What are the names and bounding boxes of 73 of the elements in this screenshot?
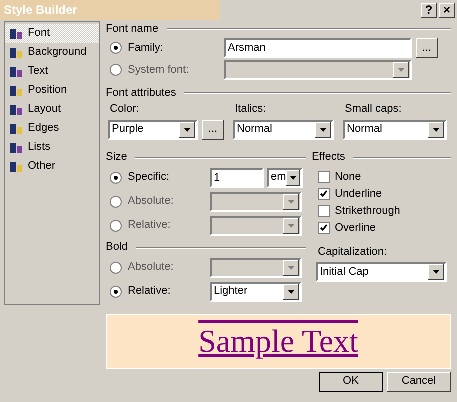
- sidebar-item[interactable]: Layout: [5, 100, 99, 119]
- dropdown[interactable]: [210, 258, 302, 278]
- cancel-button[interactable]: Cancel: [387, 372, 451, 392]
- sidebar-item[interactable]: Other: [5, 157, 99, 176]
- option-label: Absolute:: [128, 260, 174, 276]
- preview-text: Sample Text: [198, 325, 358, 357]
- window-title: Style Builder: [3, 2, 78, 19]
- option-label: Absolute:: [128, 194, 174, 210]
- checkbox-label: Underline: [335, 186, 382, 202]
- category-icon: [9, 122, 23, 136]
- caret-icon: [288, 266, 294, 270]
- close-button[interactable]: ×: [439, 2, 455, 18]
- caret-icon: [184, 128, 190, 132]
- caret-icon: [290, 176, 297, 180]
- checkbox[interactable]: [318, 171, 330, 183]
- help-button[interactable]: ?: [421, 2, 437, 18]
- browse-button[interactable]: ...: [416, 38, 438, 58]
- sidebar-item[interactable]: Font: [5, 24, 99, 43]
- dropdown[interactable]: [224, 60, 412, 80]
- caret-icon: [398, 68, 404, 72]
- caret-icon: [432, 128, 440, 132]
- ok-button[interactable]: OK: [319, 372, 383, 392]
- section-title: Font attributes: [106, 86, 176, 101]
- checkbox-label: Strikethrough: [335, 204, 400, 219]
- category-icon: [9, 84, 23, 98]
- font-family-field[interactable]: Arsman: [224, 38, 412, 58]
- dropdown[interactable]: [210, 216, 302, 236]
- option-label: Relative:: [128, 284, 171, 300]
- checkbox[interactable]: [318, 188, 330, 200]
- caret-icon: [320, 128, 326, 132]
- category-icon: [9, 46, 23, 60]
- checkbox[interactable]: [318, 222, 330, 234]
- field-label: Small caps:: [344, 102, 403, 117]
- section-title: Effects: [312, 150, 346, 166]
- field-label: Capitalization:: [317, 244, 388, 260]
- caret-icon: [288, 200, 294, 204]
- radio-button[interactable]: [110, 172, 122, 184]
- option-label: Specific:: [128, 170, 170, 186]
- caret-icon: [288, 224, 294, 228]
- checkbox-label: None: [335, 170, 362, 185]
- caret-icon: [432, 270, 440, 274]
- sidebar-item[interactable]: Lists: [5, 138, 99, 157]
- sidebar-item[interactable]: Position: [5, 81, 99, 100]
- checkbox[interactable]: [318, 205, 330, 217]
- sidebar-item[interactable]: Edges: [5, 119, 99, 138]
- dropdown[interactable]: [210, 192, 302, 212]
- dropdown[interactable]: Normal: [233, 120, 334, 140]
- field-label: Color:: [109, 102, 140, 117]
- section-title: Font name: [106, 22, 159, 37]
- field-label: Italics:: [234, 102, 268, 117]
- browse-button[interactable]: ...: [202, 120, 224, 140]
- radio-button[interactable]: [110, 42, 122, 54]
- dropdown[interactable]: Lighter: [210, 282, 302, 302]
- category-icon: [9, 160, 23, 174]
- size-field[interactable]: 1: [210, 168, 264, 188]
- sidebar-item[interactable]: Background: [5, 43, 99, 62]
- dropdown[interactable]: em: [267, 168, 303, 188]
- option-label: Family:: [128, 40, 164, 56]
- section-title: Bold: [106, 240, 128, 256]
- section-title: Size: [106, 150, 128, 166]
- category-icon: [9, 64, 23, 78]
- dropdown[interactable]: Normal: [343, 120, 447, 140]
- caret-icon: [288, 290, 294, 294]
- category-icon: [9, 140, 23, 154]
- category-icon: [9, 102, 23, 116]
- sidebar-item[interactable]: Text: [5, 62, 99, 81]
- dropdown[interactable]: Purple: [108, 120, 198, 140]
- option-label: Relative:: [128, 218, 171, 234]
- checkbox-label: Overline: [335, 220, 376, 236]
- radio-button[interactable]: [110, 286, 122, 298]
- category-icon: [9, 26, 23, 40]
- option-label: System font:: [128, 62, 190, 78]
- dropdown[interactable]: Initial Cap: [316, 262, 447, 282]
